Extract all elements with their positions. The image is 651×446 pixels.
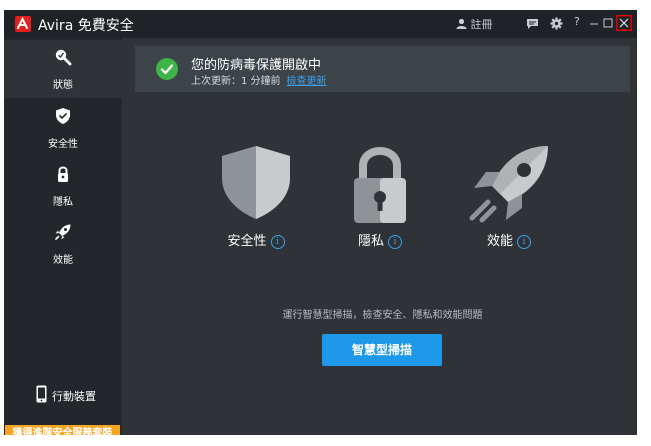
mobile-devices-link[interactable]: 行動裝置 xyxy=(4,383,122,407)
feature-privacy[interactable]: 隱私 i xyxy=(335,142,425,262)
feature-performance[interactable]: 效能 i xyxy=(464,142,554,262)
smart-scan-button[interactable]: 智慧型掃描 xyxy=(322,334,442,366)
status-subtitle: 上次更新：1 分鐘前 檢查更新 xyxy=(191,72,327,87)
check-updates-link[interactable]: 檢查更新 xyxy=(287,76,327,87)
feature-label: 隱私 i xyxy=(335,230,425,249)
shield-icon xyxy=(222,146,290,219)
sidebar-item-label: 效能 xyxy=(53,255,73,266)
phone-icon xyxy=(36,385,47,403)
last-update-text: 上次更新：1 分鐘前 xyxy=(191,76,281,87)
feature-security[interactable]: 安全性 i xyxy=(211,142,301,262)
info-icon[interactable]: i xyxy=(270,234,285,249)
info-icon[interactable]: i xyxy=(388,234,402,249)
app-window: Avira 免費安全 註冊 ? 狀態 安全性 隱私 效能 行動裝置 獲得進階安全… xyxy=(4,10,637,435)
shield-icon xyxy=(56,108,70,124)
sidebar-item-status[interactable]: 狀態 xyxy=(4,40,122,98)
rocket-icon xyxy=(469,146,548,223)
rocket-icon xyxy=(55,224,71,240)
lock-icon xyxy=(354,147,406,223)
sidebar-item-performance[interactable]: 效能 xyxy=(4,215,122,273)
feature-label: 安全性 i xyxy=(211,230,301,249)
register-label: 註冊 xyxy=(470,18,493,31)
status-panel: 您的防病毒保護開啟中 上次更新：1 分鐘前 檢查更新 xyxy=(135,46,630,92)
close-icon[interactable] xyxy=(616,15,632,31)
feature-label-text: 效能 xyxy=(486,234,513,249)
minimize-icon[interactable] xyxy=(589,18,599,28)
info-icon[interactable]: i xyxy=(517,234,531,249)
help-icon[interactable]: ? xyxy=(574,15,580,28)
check-icon xyxy=(156,58,178,80)
gear-icon[interactable] xyxy=(550,17,563,30)
feature-label-text: 安全性 xyxy=(227,234,267,249)
app-title: Avira 免費安全 xyxy=(38,18,134,34)
sidebar-item-security[interactable]: 安全性 xyxy=(4,99,122,157)
lock-icon xyxy=(58,166,68,182)
sidebar-item-label: 安全性 xyxy=(48,139,78,150)
title-bar: Avira 免費安全 註冊 ? xyxy=(4,10,637,38)
sidebar-item-label: 狀態 xyxy=(53,80,73,91)
scan-description: 運行智慧型掃描，檢查安全、隱私和效能問題 xyxy=(282,310,483,321)
status-icon xyxy=(55,49,72,66)
sidebar-item-privacy[interactable]: 隱私 xyxy=(4,157,122,215)
avira-logo xyxy=(15,16,31,32)
device-label: 行動裝置 xyxy=(52,390,96,403)
feature-label-text: 隱私 xyxy=(357,234,384,249)
user-icon xyxy=(456,18,467,29)
sidebar-item-label: 隱私 xyxy=(53,197,73,208)
maximize-icon[interactable] xyxy=(603,18,613,28)
feature-label: 效能 i xyxy=(464,230,554,249)
feedback-icon[interactable] xyxy=(526,18,539,30)
upgrade-button[interactable]: 獲得進階安全服務套裝 xyxy=(5,425,120,435)
status-title: 您的防病毒保護開啟中 xyxy=(191,58,322,73)
sidebar: 狀態 安全性 隱私 效能 行動裝置 獲得進階安全服務套裝 xyxy=(4,38,122,435)
register-link[interactable]: 註冊 xyxy=(456,16,493,32)
